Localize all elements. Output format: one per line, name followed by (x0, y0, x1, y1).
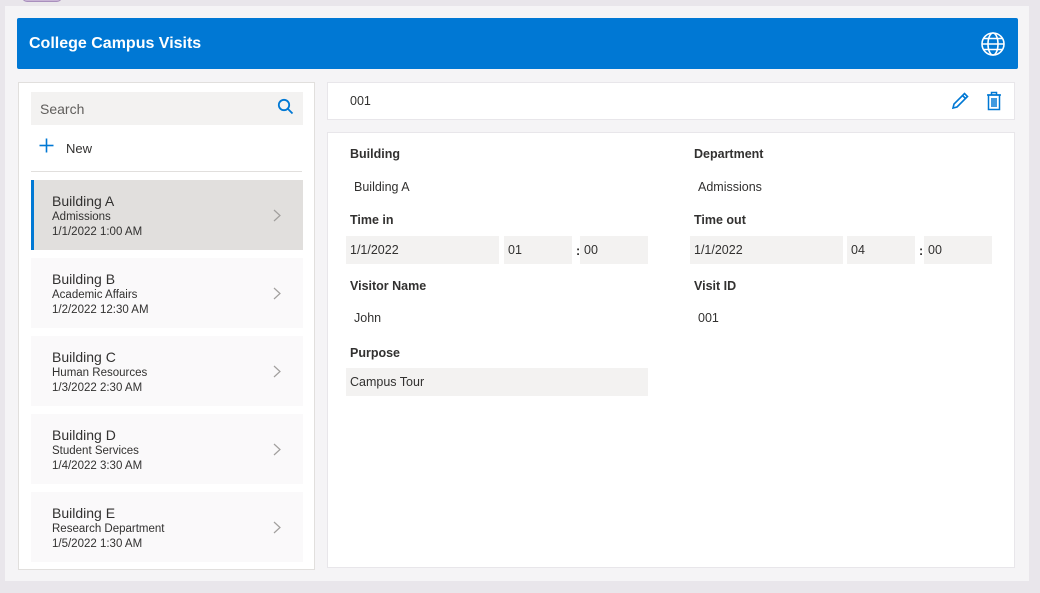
list-item-datetime: 1/4/2022 3:30 AM (52, 460, 143, 472)
visit-list: Building A Admissions 1/1/2022 1:00 AM B… (31, 180, 303, 569)
plus-icon (39, 138, 54, 158)
list-item-building: Building E (52, 505, 116, 521)
new-button[interactable]: New (39, 138, 92, 158)
list-item-building: Building A (52, 193, 115, 209)
visit-form: Building Building A Department Admission… (327, 132, 1015, 568)
detail-id: 001 (350, 94, 371, 108)
new-button-label: New (66, 140, 93, 156)
list-item-datetime: 1/2/2022 12:30 AM (52, 304, 149, 316)
time-out-label: Time out (694, 213, 746, 227)
chevron-right-icon (273, 443, 281, 461)
time-in-minute-field[interactable]: 00 (580, 236, 648, 264)
chevron-right-icon (273, 365, 281, 383)
search-input[interactable]: Search (31, 92, 303, 125)
department-label: Department (694, 147, 764, 161)
visit-id-label: Visit ID (694, 279, 737, 293)
list-item-department: Admissions (52, 211, 111, 223)
time-out-date-field[interactable]: 1/1/2022 (690, 236, 843, 264)
list-item-building: Building C (52, 349, 116, 365)
list-item-department: Student Services (52, 445, 139, 457)
list-item-datetime: 1/3/2022 2:30 AM (52, 382, 143, 394)
building-label: Building (350, 147, 400, 161)
trash-icon[interactable] (986, 91, 1002, 111)
divider (31, 171, 302, 172)
app-container: College Campus Visits Search New Buildin… (5, 6, 1029, 581)
department-value[interactable]: Admissions (698, 180, 762, 194)
search-placeholder: Search (40, 100, 85, 117)
list-item[interactable]: Building E Research Department 1/5/2022 … (31, 492, 303, 562)
time-out-colon: : (919, 244, 924, 258)
list-item-building: Building D (52, 427, 116, 443)
time-in-hour-field[interactable]: 01 (504, 236, 572, 264)
detail-actions (950, 91, 1002, 111)
purpose-field[interactable]: Campus Tour (346, 368, 648, 396)
list-item[interactable]: Building B Academic Affairs 1/2/2022 12:… (31, 258, 303, 328)
purpose-label: Purpose (350, 346, 401, 360)
chevron-right-icon (273, 209, 281, 227)
globe-icon[interactable] (980, 31, 1006, 57)
time-out-minute-field[interactable]: 00 (924, 236, 992, 264)
list-item-department: Research Department (52, 523, 165, 535)
visitor-name-label: Visitor Name (350, 279, 427, 293)
list-item-datetime: 1/5/2022 1:30 AM (52, 538, 143, 550)
corner-tab (22, 0, 62, 2)
search-icon[interactable] (277, 98, 294, 120)
app-header: College Campus Visits (17, 18, 1018, 69)
app-title: College Campus Visits (29, 34, 202, 52)
time-in-date-field[interactable]: 1/1/2022 (346, 236, 499, 264)
visitor-name-value[interactable]: John (354, 311, 381, 325)
chevron-right-icon (273, 521, 281, 539)
list-item-datetime: 1/1/2022 1:00 AM (52, 226, 143, 238)
building-value[interactable]: Building A (354, 180, 410, 194)
list-item[interactable]: Building A Admissions 1/1/2022 1:00 AM (31, 180, 303, 250)
time-in-label: Time in (350, 213, 394, 227)
time-out-hour-field[interactable]: 04 (847, 236, 915, 264)
detail-header: 001 (327, 82, 1015, 120)
pencil-icon[interactable] (950, 91, 970, 111)
list-item-department: Human Resources (52, 367, 148, 379)
list-item-department: Academic Affairs (52, 289, 138, 301)
list-item[interactable]: Building C Human Resources 1/3/2022 2:30… (31, 336, 303, 406)
chevron-right-icon (273, 287, 281, 305)
list-item-building: Building B (52, 271, 116, 287)
visit-list-panel: Search New Building A Admissions 1/1/202… (18, 82, 315, 570)
visit-id-value[interactable]: 001 (698, 311, 719, 325)
list-item[interactable]: Building D Student Services 1/4/2022 3:3… (31, 414, 303, 484)
